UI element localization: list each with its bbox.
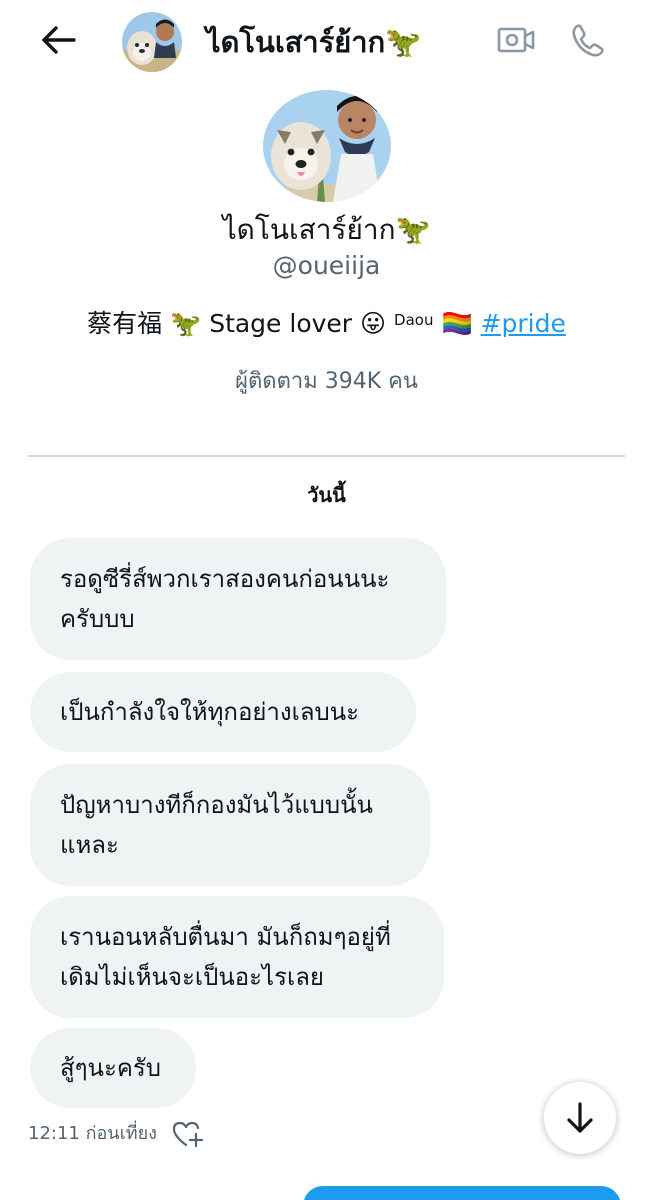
profile-avatar[interactable] [263, 90, 391, 202]
video-camera-icon [497, 27, 535, 53]
message-text: เป็นกำลังใจให้ทุกอย่างเลบนะ [60, 698, 360, 726]
message-text: ครับบบ [60, 605, 135, 633]
message-bubble[interactable]: สู้ๆนะครับ [30, 1028, 196, 1108]
profile-handle: @oueiija [272, 251, 381, 280]
message-bubble[interactable]: เป็นกำลังใจให้ทุกอย่างเลบนะ [30, 672, 416, 752]
arrow-left-icon [42, 26, 76, 54]
back-button[interactable] [36, 20, 80, 60]
arrow-down-icon [567, 1102, 593, 1133]
message-text: เดิมไม่เห็นจะเป็นอะไรเลย [60, 963, 324, 991]
message-bubble[interactable]: ปัญหาบางทีก็กองมันไว้แบบนั้น แหละ [30, 764, 430, 886]
compose-button-partial[interactable] [303, 1186, 621, 1200]
message-bubble[interactable]: รอดูซีรี่ส์พวกเราสองคนก่อนนนะ ครับบบ [30, 538, 446, 660]
message-text: รอดูซีรี่ส์พวกเราสองคนก่อนนนะ [60, 565, 390, 593]
day-separator: วันนี้ [307, 483, 346, 507]
phone-call-button[interactable] [566, 20, 610, 60]
bio-text: 蔡有福 🦖 Stage lover 😛 [87, 309, 387, 338]
pride-flag-icon: 🏳️‍🌈 [441, 309, 473, 338]
section-divider [28, 455, 625, 457]
message-text: ปัญหาบางทีก็กองมันไว้แบบนั้น [60, 791, 373, 819]
profile-name: ไดโนเสาร์ย้าก🦖 [222, 213, 431, 246]
phone-icon [572, 24, 604, 57]
bio-superscript: Daou [394, 311, 434, 329]
video-call-button[interactable] [494, 20, 538, 60]
add-reaction-button[interactable] [171, 1119, 205, 1149]
header-avatar[interactable] [122, 12, 182, 72]
conversation-header: ไดโนเสาร์ย้าก🦖 [0, 0, 653, 84]
header-name[interactable]: ไดโนเสาร์ย้าก🦖 [206, 22, 421, 62]
message-meta: 12:11 ก่อนเที่ยง [28, 1120, 205, 1148]
message-bubble[interactable]: เรานอนหลับตื่นมา มันก็ถมๆอยู่ที่ เดิมไม่… [30, 896, 444, 1018]
scroll-to-bottom-button[interactable] [544, 1082, 616, 1154]
profile-bio: 蔡有福 🦖 Stage lover 😛 Daou 🏳️‍🌈 #pride [0, 306, 653, 342]
follower-count: ผู้ติดตาม 394K คน [235, 369, 418, 394]
message-text: สู้ๆนะครับ [60, 1054, 162, 1082]
message-timestamp: 12:11 ก่อนเที่ยง [28, 1123, 157, 1144]
heart-plus-icon [172, 1121, 204, 1148]
message-text: เรานอนหลับตื่นมา มันก็ถมๆอยู่ที่ [60, 923, 391, 951]
bio-hashtag-link[interactable]: #pride [481, 309, 566, 338]
message-text: แหละ [60, 831, 119, 859]
